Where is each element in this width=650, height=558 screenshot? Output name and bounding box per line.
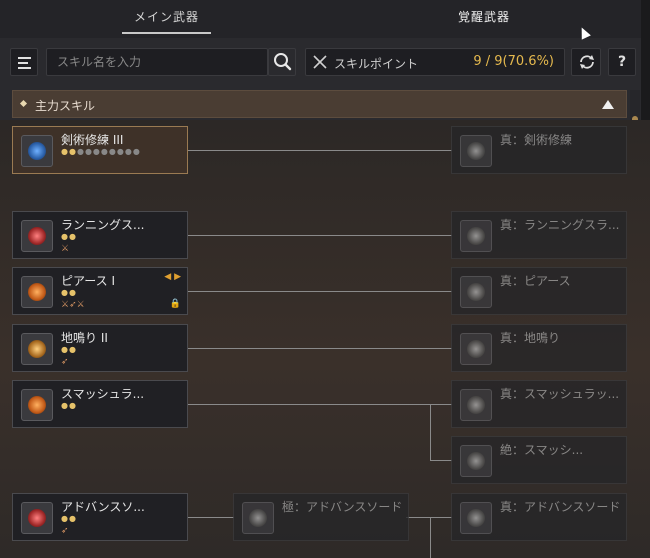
skill-name: ピアース I [61, 274, 116, 288]
true-pierce-icon [460, 276, 492, 308]
skill-node-ultimate-advance-sword[interactable]: 極：アドバンスソード [233, 493, 409, 541]
command-key-icon: ➶ [61, 526, 69, 536]
menu-line-icon [18, 62, 28, 64]
skill-name: 真：地鳴り [500, 331, 561, 345]
help-button[interactable]: ? [608, 48, 636, 76]
tab-main-weapon[interactable]: メイン武器 [121, 8, 212, 34]
pierce-icon [21, 276, 53, 308]
skill-name: ランニングス... [61, 218, 145, 232]
skill-name: 真：スマッシュラッ... [500, 387, 620, 401]
true-running-slash-icon [460, 220, 492, 252]
skill-level-pips: ●● [61, 232, 77, 241]
skill-name: 真：アドバンスソード [500, 500, 621, 514]
smash-rush-icon [21, 389, 53, 421]
absolute-smash-icon [460, 445, 492, 477]
skill-node-true-earthquake[interactable]: 真：地鳴り [451, 324, 627, 372]
skill-name: 真：ピアース [500, 274, 571, 288]
menu-line-icon [18, 57, 31, 59]
skill-node-earthquake[interactable]: 地鳴り II ●● ➶ [12, 324, 188, 372]
skill-level-pips: ●● [61, 514, 77, 523]
tree-connector [406, 517, 452, 518]
skill-name: 極：アドバンスソード [282, 500, 403, 514]
skill-name: 真：ランニングスラ... [500, 218, 620, 232]
skill-node-smash-rush[interactable]: スマッシュラ... ●● [12, 380, 188, 428]
collapse-arrow-icon[interactable] [602, 100, 614, 109]
refresh-icon [580, 55, 594, 69]
menu-line-icon [18, 67, 31, 69]
skill-node-true-sword-training[interactable]: 真：剣術修練 [451, 126, 627, 174]
tree-connector [430, 517, 431, 558]
weapon-tabs: メイン武器 覚醒武器 [0, 0, 650, 38]
tree-connector [188, 291, 452, 292]
level-arrows-icon[interactable]: ◀ ▶ [164, 272, 181, 282]
skill-level-pips: ●● [61, 401, 77, 410]
section-header-main-skills[interactable]: 主力スキル [12, 90, 627, 118]
lock-icon[interactable]: 🔒 [170, 299, 181, 309]
search-icon [274, 53, 292, 71]
true-smash-rush-icon [460, 389, 492, 421]
ultimate-advance-sword-icon [242, 502, 274, 534]
skill-node-true-advance-sword[interactable]: 真：アドバンスソード [451, 493, 627, 541]
skill-name: アドバンスソ... [61, 500, 145, 514]
tree-connector [430, 460, 452, 461]
skill-level-pips: ●●●●●●●●●● [61, 147, 141, 156]
skill-node-absolute-smash[interactable]: 絶：スマッシ... [451, 436, 627, 484]
skill-name: 真：剣術修練 [500, 133, 573, 147]
skill-level-pips: ●● [61, 288, 77, 297]
skill-name: 絶：スマッシ... [500, 443, 584, 457]
sword-training-icon [21, 135, 53, 167]
skill-node-true-pierce[interactable]: 真：ピアース [451, 267, 627, 315]
true-sword-training-icon [460, 135, 492, 167]
true-advance-sword-icon [460, 502, 492, 534]
skill-node-advance-sword[interactable]: アドバンスソ... ●● ➶ [12, 493, 188, 541]
skill-node-pierce[interactable]: ピアース I ◀ ▶ ●● ⚔➶⚔ 🔒 [12, 267, 188, 315]
tree-connector [188, 235, 452, 236]
command-key-icon: ⚔➶⚔ [61, 300, 85, 310]
skill-name: 剣術修練 III [61, 133, 124, 147]
skill-node-true-smash-rush[interactable]: 真：スマッシュラッ... [451, 380, 627, 428]
command-key-icon: ➶ [61, 357, 69, 367]
skill-search-input[interactable]: スキル名を入力 [46, 48, 268, 76]
tree-connector [430, 404, 431, 460]
command-key-icon: ⚔ [61, 244, 70, 254]
true-earthquake-icon [460, 333, 492, 365]
skill-name: 地鳴り II [61, 331, 108, 345]
crossed-swords-icon [313, 55, 327, 69]
earthquake-icon [21, 333, 53, 365]
tree-connector [188, 404, 452, 405]
section-title: 主力スキル [35, 99, 96, 113]
tree-connector [188, 517, 234, 518]
diamond-icon [19, 99, 28, 108]
tree-connector [188, 150, 452, 151]
running-slash-icon [21, 220, 53, 252]
skill-node-sword-training[interactable]: 剣術修練 III ●●●●●●●●●● [12, 126, 188, 174]
skill-node-running-slash[interactable]: ランニングス... ●● ⚔ [12, 211, 188, 259]
menu-button[interactable] [10, 48, 38, 76]
skill-name: スマッシュラ... [61, 387, 145, 401]
advance-sword-icon [21, 502, 53, 534]
search-button[interactable] [268, 48, 296, 76]
skill-level-pips: ●● [61, 345, 77, 354]
skill-points-display: スキルポイント 9 / 9(70.6%) [305, 48, 565, 76]
skill-node-true-running-slash[interactable]: 真：ランニングスラ... [451, 211, 627, 259]
reset-button[interactable] [571, 48, 601, 76]
tree-connector [188, 348, 452, 349]
skill-points-label: スキルポイント [334, 57, 419, 71]
skill-points-value: 9 / 9(70.6%) [473, 54, 554, 69]
tab-awakening-weapon[interactable]: 覚醒武器 [458, 8, 510, 25]
